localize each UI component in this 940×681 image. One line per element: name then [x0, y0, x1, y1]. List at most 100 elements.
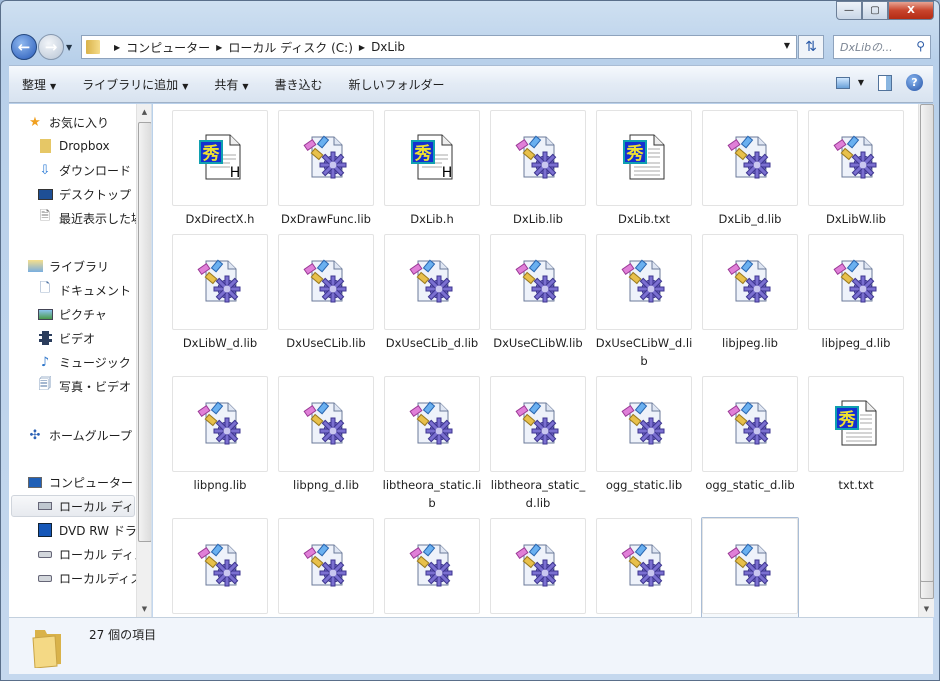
nav-favorites[interactable]: ★ お気に入り — [27, 111, 151, 133]
library-file-icon — [832, 257, 880, 308]
file-item[interactable]: DxUseCLibW.lib — [489, 233, 587, 354]
nav-item-photos-videos[interactable]: 🗐 写真・ビデオ — [37, 375, 151, 397]
file-item[interactable]: libpng.lib — [171, 375, 269, 496]
file-name: DxDrawFunc.lib — [281, 212, 371, 226]
nav-item-local-disk-c[interactable]: ローカル ディスク (C:) — [11, 495, 135, 517]
file-item[interactable]: 秀 H DxDirectX.h — [171, 109, 269, 230]
refresh-button[interactable]: ⇅ — [798, 35, 824, 59]
file-item[interactable]: libtheora_static.lib — [383, 375, 481, 514]
breadcrumb-computer[interactable]: コンピューター — [126, 39, 210, 56]
nav-item-local-disk-2[interactable]: ローカルディスク — [37, 567, 151, 589]
file-item[interactable]: 秀 DxLib.txt — [595, 109, 693, 230]
file-item[interactable]: DxUseCLibW_d.lib — [595, 233, 693, 372]
file-item[interactable]: DxDrawFunc.lib — [277, 109, 375, 230]
file-name: libjpeg.lib — [722, 336, 778, 350]
organize-button[interactable]: 整理 ▼ — [9, 76, 69, 93]
search-icon[interactable]: ⚲ — [916, 39, 925, 53]
file-item[interactable]: 秀 txt.txt — [807, 375, 905, 496]
address-bar[interactable]: ▶ コンピューター ▶ ローカル ディスク (C:) ▶ DxLib ▼ — [81, 35, 797, 59]
breadcrumb-local-disk[interactable]: ローカル ディスク (C:) — [228, 39, 353, 56]
scroll-up-arrow[interactable]: ▲ — [137, 104, 151, 120]
file-item[interactable]: libpng_d.lib — [277, 375, 375, 496]
change-view-button[interactable]: ▼ — [835, 76, 864, 89]
nav-item-documents[interactable]: 🗋 ドキュメント — [37, 279, 151, 301]
file-item[interactable]: libjpeg_d.lib — [807, 233, 905, 354]
library-file-icon — [726, 541, 774, 592]
minimize-button[interactable]: — — [836, 1, 862, 20]
library-file-icon — [408, 541, 456, 592]
maximize-button[interactable]: ▢ — [862, 1, 888, 20]
breadcrumb-arrow-icon[interactable]: ▶ — [216, 43, 222, 52]
file-name: DxDirectX.h — [185, 212, 255, 226]
library-file-icon — [726, 399, 774, 450]
scroll-down-arrow[interactable]: ▼ — [137, 601, 151, 617]
search-placeholder: DxLibの... — [840, 41, 893, 54]
file-item[interactable]: ZLIB.LIB — [595, 517, 693, 617]
video-icon — [37, 330, 53, 346]
breadcrumb-arrow-icon[interactable]: ▶ — [114, 43, 120, 52]
scroll-down-arrow[interactable]: ▼ — [919, 601, 934, 617]
search-input[interactable]: DxLibの... ⚲ — [833, 35, 931, 59]
breadcrumb-arrow-icon[interactable]: ▶ — [359, 43, 365, 52]
file-item[interactable]: libtheora_static_d.lib — [489, 375, 587, 514]
file-item[interactable]: DxUseCLib.lib — [277, 233, 375, 354]
file-name: ogg_static.lib — [605, 478, 683, 492]
nav-item-music[interactable]: ♪ ミュージック — [37, 351, 151, 373]
scroll-thumb[interactable] — [138, 122, 151, 542]
file-item[interactable]: libjpeg.lib — [701, 233, 799, 354]
file-item[interactable]: vorbisfile_static — [383, 517, 481, 617]
breadcrumb-dxlib[interactable]: DxLib — [371, 40, 405, 54]
file-view-scrollbar[interactable]: ▼ — [918, 104, 934, 617]
command-bar: 整理 ▼ ライブラリに追加 ▼ 共有 ▼ 書き込む 新しいフォルダー ▼ ? — [9, 65, 933, 103]
explorer-window: — ▢ X ← → ▼ ▶ コンピューター ▶ ローカル ディスク (C:) ▶… — [0, 0, 940, 681]
nav-item-recent[interactable]: 🗎 最近表示した場所 — [37, 207, 151, 229]
forward-button[interactable]: → — [38, 34, 64, 60]
new-folder-button[interactable]: 新しいフォルダー — [336, 76, 458, 93]
library-file-icon — [514, 133, 562, 184]
nav-item-desktop[interactable]: デスクトップ — [37, 183, 151, 205]
nav-homegroup[interactable]: ✣ ホームグループ — [27, 424, 151, 446]
file-item[interactable]: zlib_d.lib — [701, 517, 799, 617]
file-item[interactable]: vorbis_static.lib — [171, 517, 269, 617]
file-name: DxLib.h — [410, 212, 454, 226]
nav-item-pictures[interactable]: ピクチャ — [37, 303, 151, 325]
file-item[interactable]: vorbisfile_static — [489, 517, 587, 617]
share-button[interactable]: 共有 ▼ — [201, 76, 261, 93]
scroll-thumb-main[interactable] — [920, 104, 934, 582]
system-drive-icon — [37, 498, 53, 514]
nav-libraries[interactable]: ライブラリ — [27, 255, 151, 277]
burn-button[interactable]: 書き込む — [262, 76, 336, 93]
svg-text:秀: 秀 — [626, 144, 644, 164]
back-button[interactable]: ← — [11, 34, 37, 60]
svg-text:秀: 秀 — [838, 410, 856, 430]
file-item[interactable]: DxLib_d.lib — [701, 109, 799, 230]
library-file-icon — [408, 257, 456, 308]
file-item[interactable]: DxLib.lib — [489, 109, 587, 230]
file-item[interactable]: ogg_static.lib — [595, 375, 693, 496]
close-button[interactable]: X — [888, 1, 934, 20]
library-file-icon — [514, 257, 562, 308]
nav-item-downloads[interactable]: ⇩ ダウンロード — [37, 159, 151, 181]
nav-item-videos[interactable]: ビデオ — [37, 327, 151, 349]
nav-scrollbar[interactable]: ▲ ▼ — [136, 104, 151, 617]
file-item[interactable]: ogg_static_d.lib — [701, 375, 799, 496]
recent-pages-dropdown[interactable]: ▼ — [66, 43, 72, 52]
preview-pane-button[interactable] — [878, 74, 892, 91]
help-button[interactable]: ? — [906, 74, 923, 91]
nav-computer[interactable]: コンピューター — [27, 471, 151, 493]
nav-label: ドキュメント — [59, 283, 132, 298]
add-to-library-button[interactable]: ライブラリに追加 ▼ — [69, 76, 201, 93]
address-history-dropdown[interactable]: ▼ — [784, 41, 790, 50]
file-item[interactable]: 秀 H DxLib.h — [383, 109, 481, 230]
nav-item-local-disk[interactable]: ローカル ディスク — [37, 543, 151, 565]
file-thumbnail — [702, 110, 798, 206]
file-item[interactable]: DxLibW.lib — [807, 109, 905, 230]
file-item[interactable]: DxLibW_d.lib — [171, 233, 269, 354]
nav-item-dropbox[interactable]: Dropbox — [37, 135, 151, 157]
file-item[interactable]: vorbis_static_d. — [277, 517, 375, 617]
file-item[interactable]: DxUseCLib_d.lib — [383, 233, 481, 354]
file-thumbnail — [278, 376, 374, 472]
music-icon: ♪ — [40, 354, 50, 370]
nav-item-dvd-drive[interactable]: DVD RW ドライブ — [37, 519, 151, 541]
file-thumbnail — [172, 518, 268, 614]
